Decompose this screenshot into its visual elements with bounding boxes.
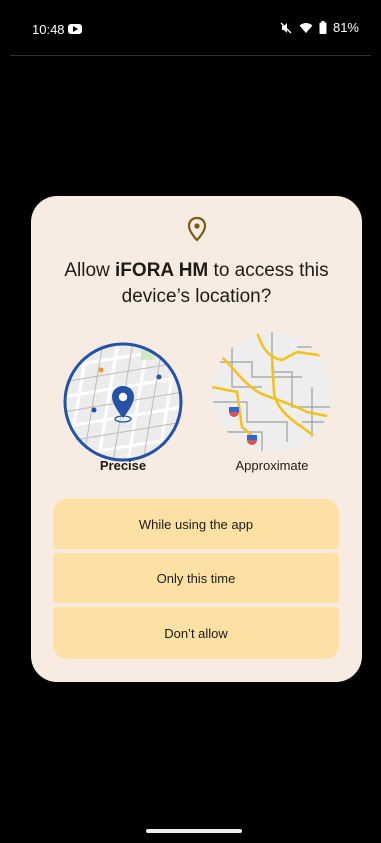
approximate-label: Approximate xyxy=(235,458,309,473)
battery-percent: 81% xyxy=(332,20,359,35)
navigation-bar xyxy=(0,823,381,843)
dialog-title-prefix: Allow xyxy=(64,260,116,281)
location-permission-dialog: Allow iFORA HM to access this device’s l… xyxy=(31,196,362,682)
approximate-location-option[interactable] xyxy=(212,332,332,452)
home-gesture-handle[interactable] xyxy=(146,829,242,833)
precise-map-image xyxy=(63,342,183,462)
location-pin-icon xyxy=(187,216,207,242)
dialog-title: Allow iFORA HM to access this device’s l… xyxy=(49,258,344,310)
app-name: iFORA HM xyxy=(115,260,209,281)
mute-icon xyxy=(280,22,292,33)
precise-location-option[interactable] xyxy=(63,342,183,462)
youtube-icon xyxy=(68,24,82,34)
wifi-icon xyxy=(299,22,313,33)
status-time: 10:48 xyxy=(32,22,65,37)
precise-label: Precise xyxy=(99,458,147,473)
while-using-app-button[interactable]: While using the app xyxy=(53,499,339,549)
only-this-time-button[interactable]: Only this time xyxy=(53,553,339,603)
status-bar: 10:48 81% xyxy=(0,0,381,56)
battery-icon xyxy=(319,21,327,34)
approximate-map-image xyxy=(212,332,332,452)
status-icons: 81% xyxy=(279,20,359,35)
dont-allow-button[interactable]: Don’t allow xyxy=(53,607,339,659)
